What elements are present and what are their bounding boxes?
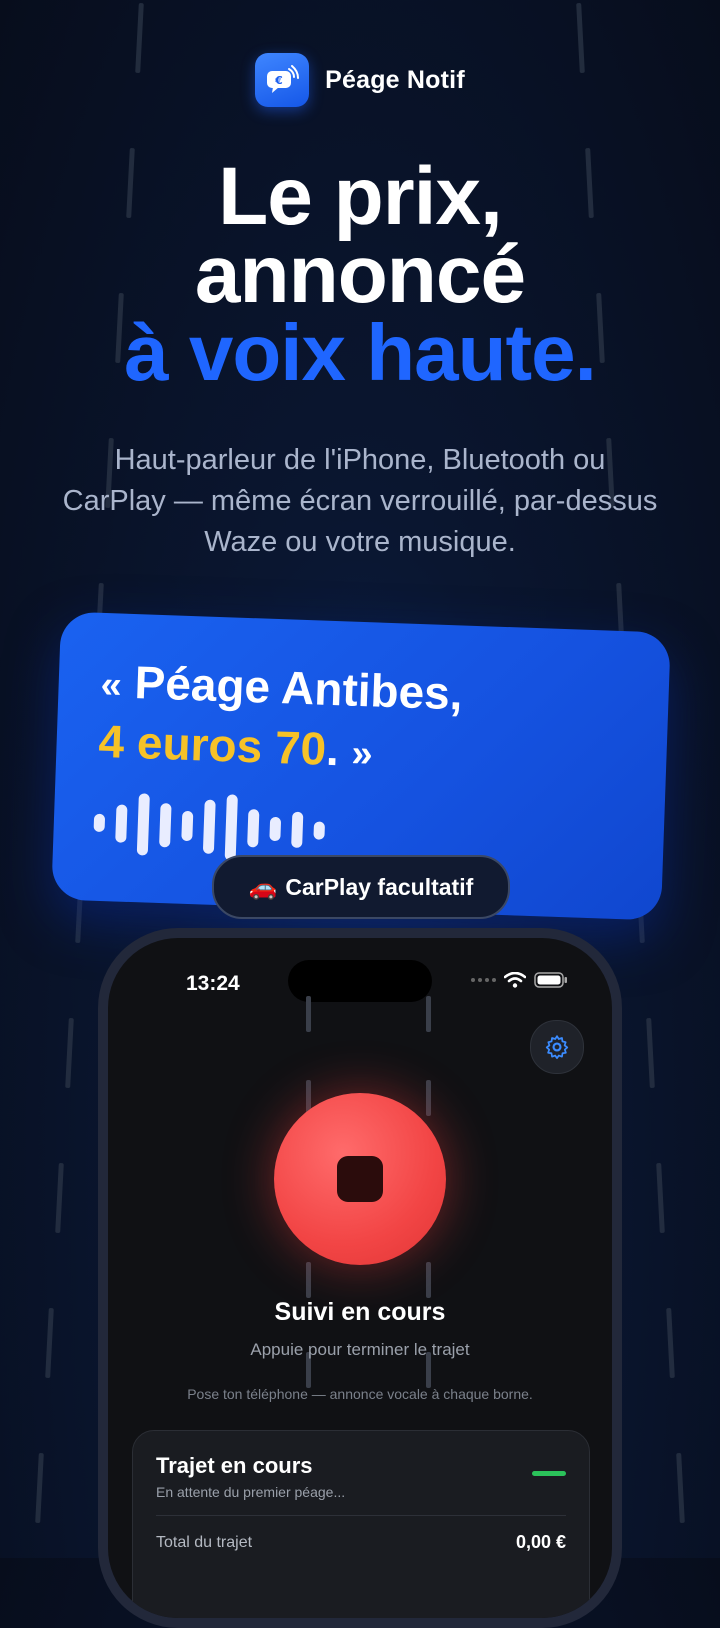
battery-icon (534, 972, 567, 988)
road-dash (426, 1262, 431, 1298)
quote-text: « Péage Antibes, 4 euros 70. » (98, 653, 464, 786)
status-time: 13:24 (186, 972, 240, 995)
close-quote: » (350, 732, 374, 776)
road-dash (666, 1307, 675, 1379)
trip-total-value: 0,00 € (515, 1532, 566, 1552)
app-header: € Péage Notif (0, 53, 720, 107)
carplay-label: CarPlay facultatif (285, 873, 474, 900)
trip-card: Trajet en cours En attente du premier pé… (132, 1430, 590, 1618)
trip-status-indicator (532, 1471, 566, 1476)
headline-line-3: à voix haute. (124, 308, 597, 397)
road-dash (646, 1017, 655, 1089)
road-dash (426, 996, 431, 1032)
tracking-title: Suivi en cours (274, 1298, 446, 1326)
divider (156, 1515, 566, 1516)
signal-dots-icon (471, 978, 496, 982)
road-dash (306, 1262, 311, 1298)
carplay-badge: 🚗 CarPlay facultatif (212, 855, 510, 919)
road-dash (306, 996, 311, 1032)
phone-mockup: 13:24 Suivi en cours Appuie pour termine… (98, 928, 622, 1628)
tracking-subtitle: Appuie pour terminer le trajet (250, 1340, 470, 1359)
wifi-icon (504, 972, 526, 988)
settings-button[interactable] (530, 1020, 584, 1074)
phone-screen: 13:24 Suivi en cours Appuie pour termine… (108, 938, 612, 1618)
road-dash (656, 1162, 665, 1234)
trip-subtitle: En attente du premier péage... (156, 1484, 346, 1500)
headline-line-1: Le prix, (218, 151, 503, 242)
app-name: Péage Notif (325, 65, 465, 94)
car-icon: 🚗 (248, 873, 278, 900)
trip-title: Trajet en cours (156, 1453, 313, 1478)
road-dash (35, 1452, 44, 1524)
stop-tracking-button[interactable] (274, 1093, 446, 1265)
subtitle: Haut-parleur de l'iPhone, Bluetooth ou C… (62, 444, 658, 558)
road-dash (676, 1452, 685, 1524)
road-dash (65, 1017, 74, 1089)
quote-period: . (325, 722, 340, 776)
road-dash (45, 1307, 54, 1379)
trip-total-label: Total du trajet (156, 1534, 253, 1551)
svg-text:€: € (274, 74, 283, 87)
road-dash (426, 1080, 431, 1116)
tracking-hint: Pose ton téléphone — annonce vocale à ch… (187, 1386, 533, 1402)
quote-line-1: Péage Antibes, (133, 656, 464, 720)
road-dash (55, 1162, 64, 1234)
quote-price: 4 euros 70 (97, 714, 328, 775)
gear-icon (545, 1035, 569, 1060)
stop-icon (337, 1156, 383, 1202)
status-icons (470, 972, 568, 988)
headline-line-2: annoncé (194, 229, 526, 320)
headline: Le prix, annoncé à voix haute. (0, 151, 720, 397)
message-euro-icon: € (255, 53, 310, 107)
open-quote: « (99, 663, 123, 707)
